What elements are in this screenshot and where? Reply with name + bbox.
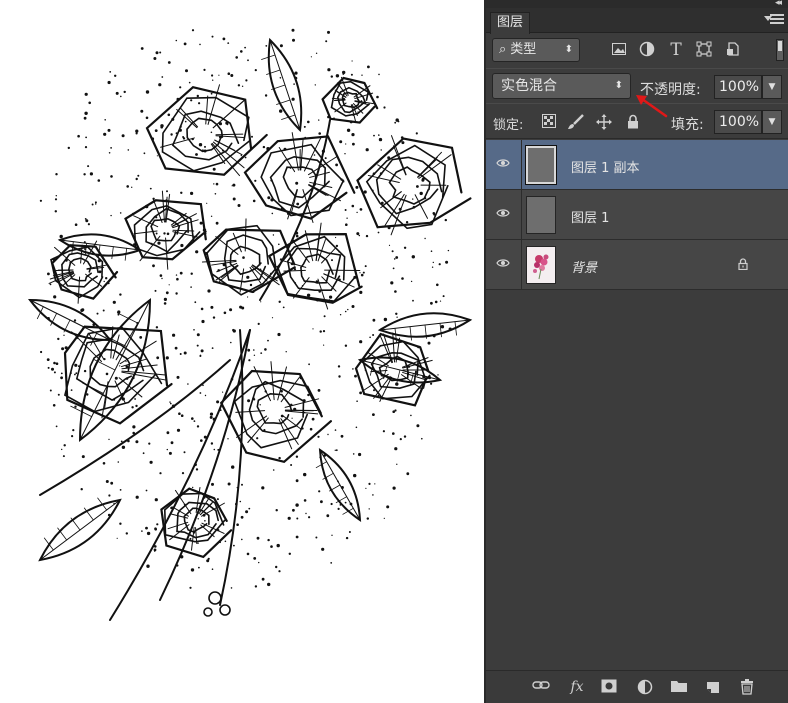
adjustment-layer-icon[interactable]: [636, 679, 654, 695]
eye-icon: [496, 259, 510, 267]
shape-filter-icon[interactable]: [695, 41, 713, 59]
fill-input[interactable]: 100%: [714, 110, 762, 134]
layer-thumbnail: [525, 145, 557, 185]
document-canvas[interactable]: [0, 0, 484, 703]
visibility-toggle[interactable]: [486, 140, 522, 190]
panel-tab-row: 图层: [486, 8, 788, 34]
new-layer-icon[interactable]: [704, 679, 722, 695]
image-filter-icon[interactable]: [610, 41, 628, 59]
background-thumbnail: [526, 246, 556, 284]
visibility-toggle[interactable]: [486, 240, 522, 290]
group-folder-icon[interactable]: [670, 679, 688, 695]
layer-row-1[interactable]: 图层 1: [486, 190, 788, 240]
trash-icon[interactable]: [738, 679, 756, 695]
filter-toggle-switch[interactable]: [776, 39, 784, 61]
layer-row-background[interactable]: 背景: [486, 240, 788, 290]
eye-icon: [496, 209, 510, 217]
layers-bottom-toolbar: fx: [486, 670, 788, 703]
lock-label: 锁定:: [493, 118, 524, 133]
layers-empty-area: [486, 292, 788, 670]
select-arrows-icon: ⬍: [614, 80, 623, 91]
lock-image-pixels-brush-icon[interactable]: [567, 114, 585, 132]
panel-menu-icon[interactable]: [764, 14, 784, 26]
fx-icon[interactable]: fx: [568, 679, 586, 695]
layer-name[interactable]: 图层 1 副本: [571, 157, 640, 176]
fill-label: 填充:: [671, 117, 704, 133]
layer-filter-row: ⌕ 类型 ⬍ T: [486, 34, 788, 66]
blend-mode-select[interactable]: 实色混合 ⬍: [492, 73, 631, 99]
blend-mode-value: 实色混合: [501, 78, 557, 94]
fill-dropdown-arrow[interactable]: ▼: [762, 110, 782, 134]
filter-kind-select[interactable]: ⌕ 类型 ⬍: [492, 38, 580, 62]
search-icon: ⌕: [499, 42, 507, 57]
layer-name[interactable]: 图层 1: [571, 207, 609, 226]
flower-line-art-image: [27, 28, 473, 621]
filter-kind-label: 类型: [510, 42, 537, 57]
lock-position-move-icon[interactable]: [595, 114, 613, 132]
link-layers-icon[interactable]: [532, 679, 550, 695]
opacity-dropdown-arrow[interactable]: ▼: [762, 75, 782, 99]
collapse-panel-icon[interactable]: ◂◂: [775, 0, 782, 8]
layer-name[interactable]: 背景: [571, 257, 597, 276]
layer-row-copy[interactable]: 图层 1 副本: [486, 140, 788, 190]
eye-icon: [496, 159, 510, 167]
tab-layers[interactable]: 图层: [490, 12, 531, 34]
opacity-input[interactable]: 100%: [714, 75, 762, 99]
layers-list: 图层 1 副本 图层 1 背景: [486, 140, 788, 292]
layer-mask-icon[interactable]: [600, 679, 618, 695]
smart-object-filter-icon[interactable]: [724, 41, 742, 59]
lock-transparent-pixels-icon[interactable]: [540, 114, 558, 132]
adjustment-filter-icon[interactable]: [638, 41, 656, 59]
panel-top-bar: ◂◂: [486, 0, 788, 8]
layer-thumbnail: [526, 196, 556, 234]
lock-icon: [738, 258, 748, 270]
select-arrows-icon: ⬍: [564, 44, 573, 55]
annotation-arrow: [636, 95, 668, 118]
type-filter-icon[interactable]: T: [667, 41, 685, 59]
visibility-toggle[interactable]: [486, 190, 522, 240]
